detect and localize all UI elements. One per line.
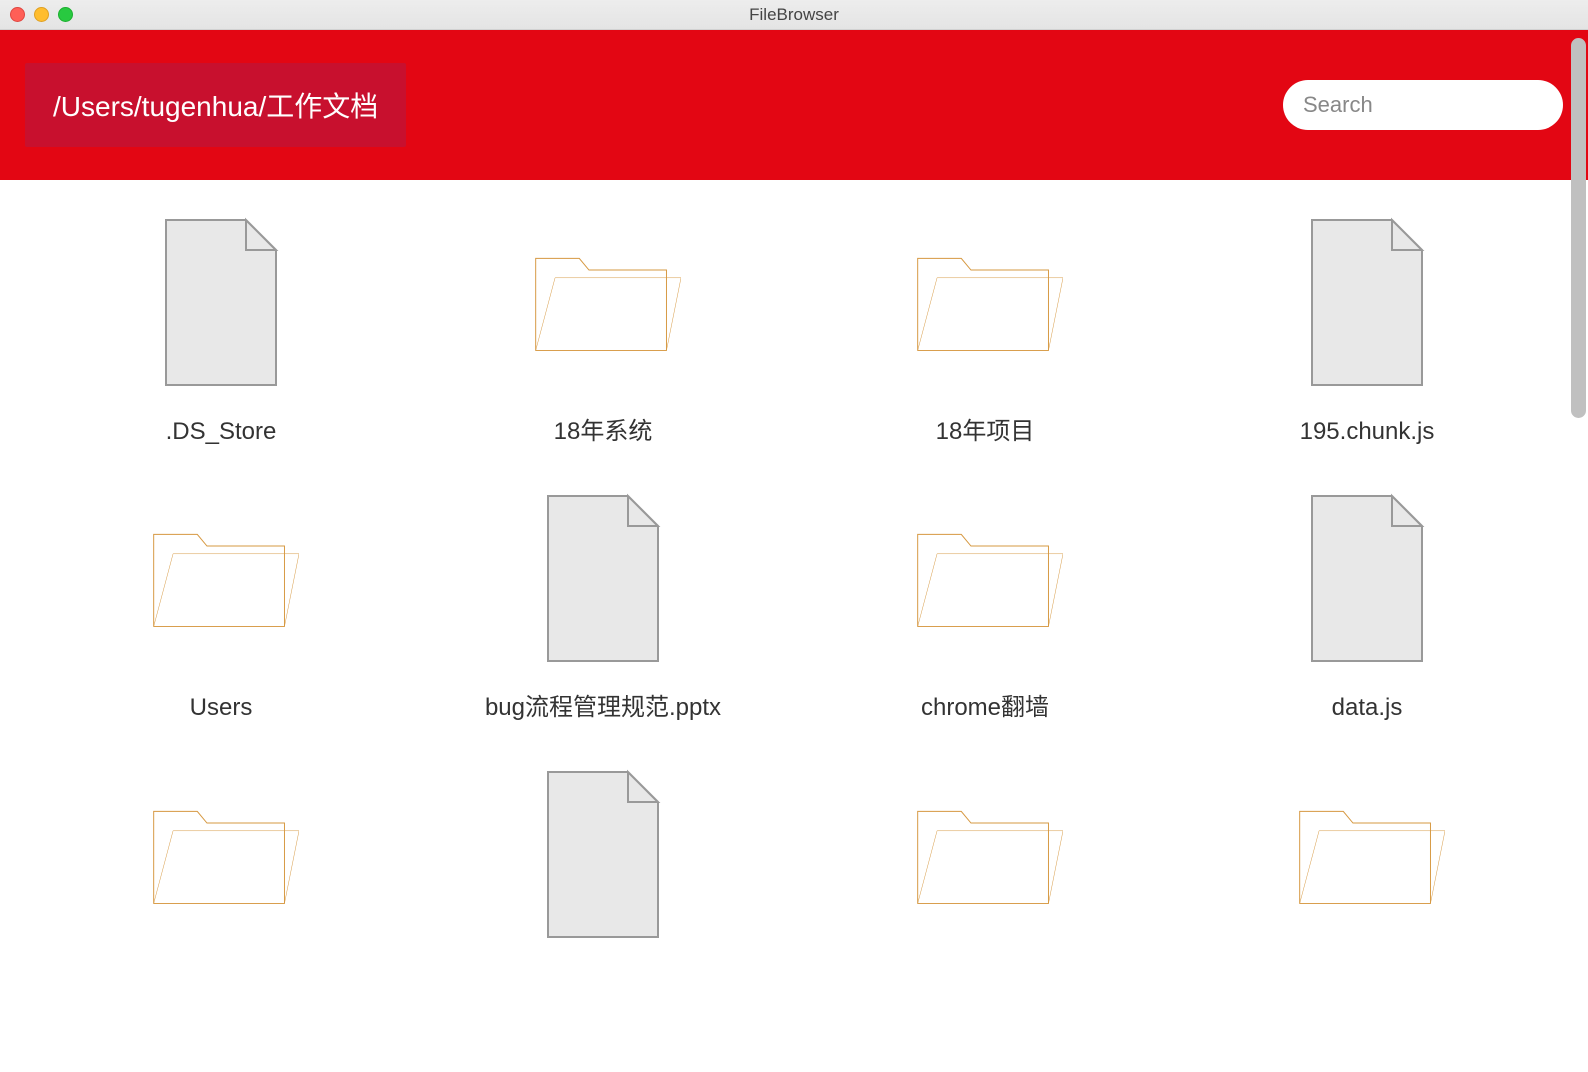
folder-item[interactable]: 18年系统: [412, 202, 794, 458]
item-icon-wrap: [1307, 488, 1427, 668]
folder-icon: [526, 237, 681, 367]
folder-item[interactable]: [1176, 755, 1558, 979]
folder-icon: [908, 513, 1063, 643]
folder-item[interactable]: 18年项目: [794, 202, 1176, 458]
item-icon-wrap: [1290, 765, 1445, 945]
item-label: chrome翻墙: [921, 692, 1049, 724]
item-icon-wrap: [543, 765, 663, 945]
folder-item[interactable]: Users: [30, 478, 412, 734]
traffic-lights: [10, 7, 73, 22]
window-title: FileBrowser: [749, 5, 839, 25]
file-icon: [543, 491, 663, 666]
item-label: 18年系统: [554, 416, 653, 448]
item-icon-wrap: [144, 765, 299, 945]
file-item[interactable]: 195.chunk.js: [1176, 202, 1558, 458]
item-label: data.js: [1332, 692, 1403, 724]
file-grid: .DS_Store 18年系统 18年项目 195.chunk.js Users…: [0, 202, 1588, 979]
item-label: 195.chunk.js: [1300, 416, 1435, 448]
folder-icon: [908, 790, 1063, 920]
titlebar: FileBrowser: [0, 0, 1588, 30]
item-icon-wrap: [908, 488, 1063, 668]
breadcrumb[interactable]: /Users/tugenhua/工作文档: [25, 63, 406, 147]
item-icon-wrap: [908, 765, 1063, 945]
maximize-button[interactable]: [58, 7, 73, 22]
item-icon-wrap: [144, 488, 299, 668]
minimize-button[interactable]: [34, 7, 49, 22]
file-item[interactable]: bug流程管理规范.pptx: [412, 478, 794, 734]
folder-icon: [144, 513, 299, 643]
file-item[interactable]: data.js: [1176, 478, 1558, 734]
file-icon: [161, 215, 281, 390]
folder-icon: [144, 790, 299, 920]
search-input[interactable]: [1303, 92, 1543, 118]
folder-icon: [908, 237, 1063, 367]
file-icon: [1307, 491, 1427, 666]
search-box[interactable]: [1283, 80, 1563, 130]
header: /Users/tugenhua/工作文档: [0, 30, 1588, 180]
scrollbar[interactable]: [1571, 38, 1586, 418]
item-label: 18年项目: [936, 416, 1035, 448]
close-button[interactable]: [10, 7, 25, 22]
item-icon-wrap: [526, 212, 681, 392]
folder-item[interactable]: [30, 755, 412, 979]
folder-item[interactable]: [794, 755, 1176, 979]
item-label: .DS_Store: [166, 416, 277, 448]
file-icon: [543, 767, 663, 942]
item-label: bug流程管理规范.pptx: [485, 692, 721, 724]
item-icon-wrap: [908, 212, 1063, 392]
item-label: Users: [190, 692, 253, 724]
item-icon-wrap: [543, 488, 663, 668]
folder-icon: [1290, 790, 1445, 920]
file-grid-container[interactable]: .DS_Store 18年系统 18年项目 195.chunk.js Users…: [0, 180, 1588, 1072]
item-icon-wrap: [1307, 212, 1427, 392]
file-item[interactable]: .DS_Store: [30, 202, 412, 458]
folder-item[interactable]: chrome翻墙: [794, 478, 1176, 734]
breadcrumb-path: /Users/tugenhua/工作文档: [53, 91, 378, 122]
file-item[interactable]: [412, 755, 794, 979]
file-icon: [1307, 215, 1427, 390]
item-icon-wrap: [161, 212, 281, 392]
